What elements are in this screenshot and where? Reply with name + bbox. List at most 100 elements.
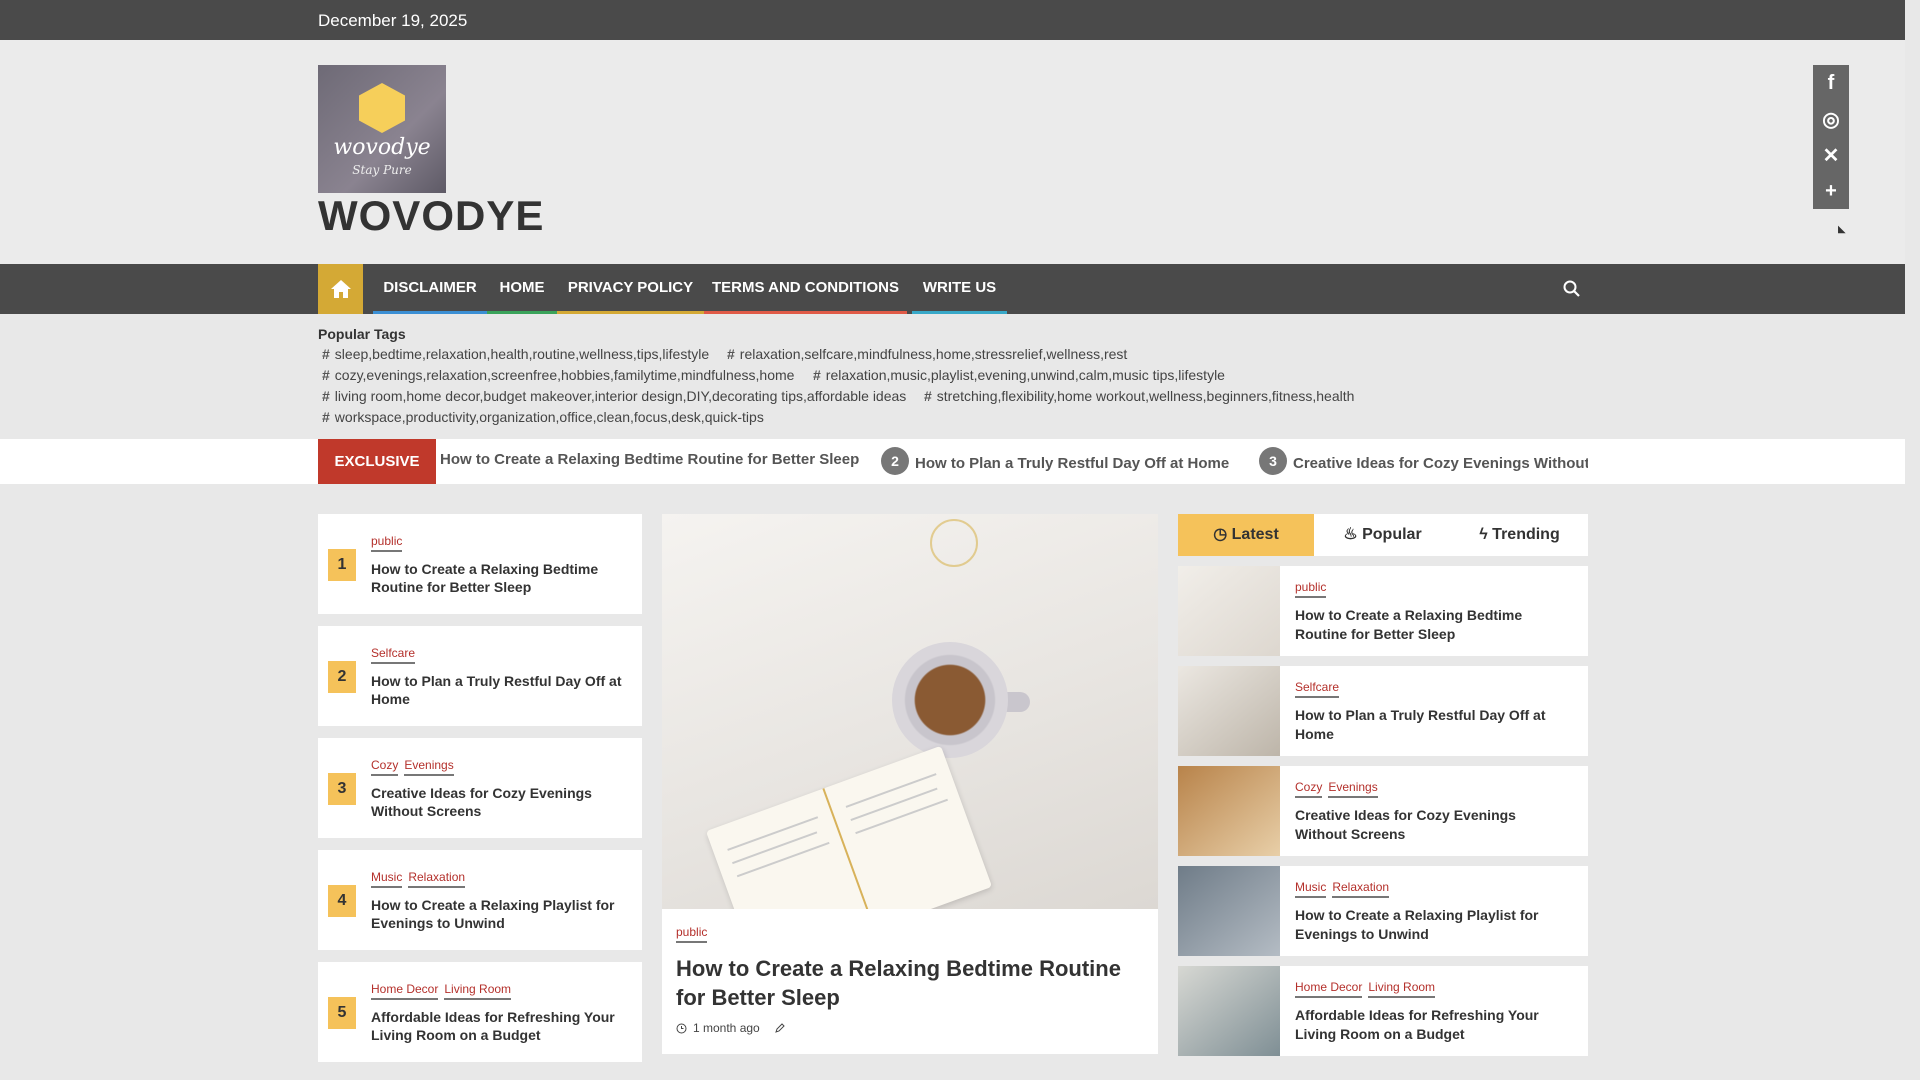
- site-title[interactable]: WOVODYE: [318, 192, 544, 240]
- post-thumbnail[interactable]: [1178, 866, 1280, 956]
- category-link[interactable]: Relaxation: [408, 870, 466, 888]
- post-thumbnail[interactable]: [1178, 566, 1280, 656]
- tag-link[interactable]: # relaxation,selfcare,mindfulness,home,st…: [727, 346, 1127, 362]
- tag-link[interactable]: # stretching,flexibility,home workout,wel…: [924, 388, 1354, 404]
- search-icon[interactable]: [1562, 279, 1582, 299]
- ranked-post-card[interactable]: 5 Home Decor Living Room Affordable Idea…: [318, 962, 642, 1062]
- nav-item-privacy-policy[interactable]: PRIVACY POLICY: [557, 264, 704, 314]
- nav-item-terms-and-conditions[interactable]: TERMS AND CONDITIONS: [704, 264, 907, 314]
- post-title[interactable]: How to Plan a Truly Restful Day Off at H…: [371, 672, 626, 708]
- ticker-item[interactable]: 3 Creative Ideas for Cozy Evenings Witho…: [1259, 447, 1588, 475]
- hash-icon: #: [322, 367, 330, 383]
- post-title[interactable]: How to Create a Relaxing Playlist for Ev…: [371, 896, 626, 932]
- social-share-bar: f ◎ ✕ +: [1813, 65, 1849, 209]
- tag-link[interactable]: # cozy,evenings,relaxation,screenfree,hob…: [322, 367, 794, 383]
- book-text-line: [855, 798, 949, 835]
- coffee-mug: [892, 642, 1008, 758]
- category-link[interactable]: Music: [371, 870, 403, 888]
- instagram-share-button[interactable]: ◎: [1813, 101, 1849, 137]
- category-link[interactable]: Home Decor: [1295, 980, 1363, 998]
- post-thumbnail[interactable]: [1178, 666, 1280, 756]
- post-title[interactable]: Affordable Ideas for Refreshing Your Liv…: [1295, 1006, 1565, 1044]
- category-link[interactable]: Living Room: [1368, 980, 1436, 998]
- category-link[interactable]: Cozy: [1295, 780, 1323, 798]
- home-nav-button[interactable]: [318, 264, 363, 314]
- hash-icon: #: [813, 367, 821, 383]
- edit-icon[interactable]: [774, 1022, 786, 1034]
- post-title[interactable]: Creative Ideas for Cozy Evenings Without…: [371, 784, 626, 820]
- post-thumbnail[interactable]: [1178, 766, 1280, 856]
- tag-link[interactable]: # sleep,bedtime,relaxation,health,routine…: [322, 346, 709, 362]
- category-link[interactable]: public: [676, 925, 708, 943]
- open-book: [705, 745, 993, 909]
- x-share-button[interactable]: ✕: [1813, 137, 1849, 173]
- latest-post-card[interactable]: Selfcare How to Plan a Truly Restful Day…: [1178, 666, 1588, 756]
- facebook-share-button[interactable]: f: [1813, 65, 1849, 101]
- tag-link[interactable]: # relaxation,music,playlist,evening,unwin…: [813, 367, 1225, 383]
- post-title[interactable]: How to Create a Relaxing Bedtime Routine…: [1295, 606, 1565, 644]
- ranked-post-card[interactable]: 2 Selfcare How to Plan a Truly Restful D…: [318, 626, 642, 726]
- more-share-button[interactable]: +: [1813, 173, 1849, 209]
- post-title[interactable]: How to Create a Relaxing Playlist for Ev…: [1295, 906, 1565, 944]
- nav-item-write-us[interactable]: WRITE US: [912, 264, 1007, 314]
- post-thumbnail[interactable]: [1178, 966, 1280, 1056]
- nav-item-label: HOME: [499, 279, 545, 296]
- category-link[interactable]: Evenings: [1328, 780, 1378, 798]
- category-link[interactable]: public: [1295, 580, 1327, 598]
- featured-image[interactable]: [662, 514, 1158, 909]
- site-logo[interactable]: wovodye Stay Pure: [318, 65, 446, 193]
- nav-item-disclaimer[interactable]: DISCLAIMER: [373, 264, 487, 314]
- tab-popular[interactable]: ♨ Popular: [1314, 514, 1451, 556]
- book-text-line: [845, 773, 937, 808]
- post-title[interactable]: Affordable Ideas for Refreshing Your Liv…: [371, 1008, 626, 1044]
- main-content: 1 public How to Create a Relaxing Bedtim…: [0, 484, 1905, 1080]
- category-list: Home Decor Living Room: [371, 982, 512, 1000]
- nav-item-home[interactable]: HOME: [487, 264, 557, 314]
- post-meta: 1 month ago: [676, 1021, 786, 1035]
- bolt-icon: ϟ: [1479, 526, 1488, 543]
- hide-share-bar-link[interactable]: ◣: [1838, 224, 1846, 235]
- site-header: wovodye Stay Pure WOVODYE: [0, 40, 1905, 264]
- featured-post-title[interactable]: How to Create a Relaxing Bedtime Routine…: [676, 954, 1146, 1012]
- category-link[interactable]: public: [371, 534, 403, 552]
- category-link[interactable]: Selfcare: [371, 646, 416, 664]
- post-title[interactable]: Creative Ideas for Cozy Evenings Without…: [1295, 806, 1565, 844]
- ticker-item-title: How to Plan a Truly Restful Day Off at H…: [915, 454, 1230, 472]
- ticker-item-title: How to Create a Relaxing Bedtime Routine…: [440, 451, 860, 468]
- ranked-post-card[interactable]: 1 public How to Create a Relaxing Bedtim…: [318, 514, 642, 614]
- ticker-item-title: Creative Ideas for Cozy Evenings Without…: [1293, 454, 1588, 472]
- ranked-post-card[interactable]: 3 Cozy Evenings Creative Ideas for Cozy …: [318, 738, 642, 838]
- category-link[interactable]: Cozy: [371, 758, 399, 776]
- ticker-item[interactable]: 2 How to Plan a Truly Restful Day Off at…: [881, 447, 1230, 475]
- book-text-line: [850, 787, 938, 821]
- ranked-post-card[interactable]: 4 Music Relaxation How to Create a Relax…: [318, 850, 642, 950]
- ticker-item[interactable]: How to Create a Relaxing Bedtime Routine…: [440, 451, 859, 468]
- category-link[interactable]: Evenings: [404, 758, 454, 776]
- category-link[interactable]: Selfcare: [1295, 680, 1340, 698]
- category-link[interactable]: Living Room: [444, 982, 512, 1000]
- logo-tagline: Stay Pure: [352, 163, 412, 177]
- category-link[interactable]: Relaxation: [1332, 880, 1390, 898]
- rank-badge: 4: [328, 885, 356, 917]
- tag-label: cozy,evenings,relaxation,screenfree,hobb…: [334, 367, 795, 383]
- post-tabs: ◷ Latest ♨ Popular ϟ Trending: [1178, 514, 1588, 556]
- tab-trending[interactable]: ϟ Trending: [1451, 514, 1588, 556]
- latest-post-card[interactable]: Home Decor Living Room Affordable Ideas …: [1178, 966, 1588, 1056]
- category-list: Selfcare: [1295, 680, 1340, 698]
- tab-label: Latest: [1231, 526, 1279, 543]
- x-icon: ✕: [1822, 144, 1840, 167]
- tab-latest[interactable]: ◷ Latest: [1178, 514, 1314, 556]
- nav-item-label: WRITE US: [922, 279, 997, 296]
- category-link[interactable]: Home Decor: [371, 982, 439, 1000]
- nav-item-label: PRIVACY POLICY: [567, 279, 694, 296]
- tag-link[interactable]: # workspace,productivity,organization,off…: [322, 409, 764, 425]
- tag-link[interactable]: # living room,home decor,budget makeover,…: [322, 388, 906, 404]
- latest-post-card[interactable]: Cozy Evenings Creative Ideas for Cozy Ev…: [1178, 766, 1588, 856]
- latest-post-card[interactable]: public How to Create a Relaxing Bedtime …: [1178, 566, 1588, 656]
- category-link[interactable]: Music: [1295, 880, 1327, 898]
- featured-post[interactable]: public How to Create a Relaxing Bedtime …: [662, 514, 1158, 1054]
- rank-badge: 1: [328, 549, 356, 581]
- post-title[interactable]: How to Plan a Truly Restful Day Off at H…: [1295, 706, 1565, 744]
- latest-post-card[interactable]: Music Relaxation How to Create a Relaxin…: [1178, 866, 1588, 956]
- post-title[interactable]: How to Create a Relaxing Bedtime Routine…: [371, 560, 626, 596]
